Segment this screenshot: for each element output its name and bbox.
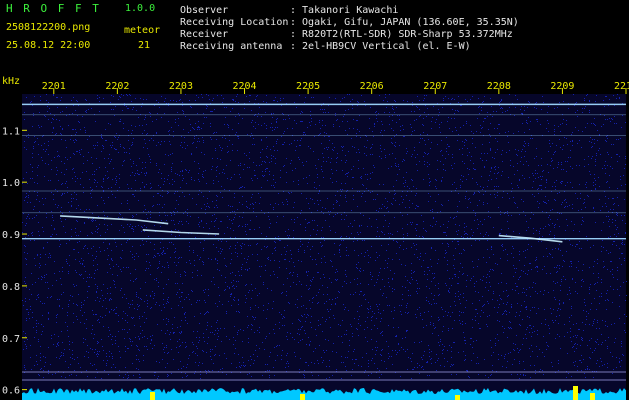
y-tick-label: 1.1 [2,126,20,137]
x-tick-label: 2210 [614,81,629,92]
x-tick-label: 2201 [42,81,66,92]
bottom-trace-peak [455,395,460,400]
file-name: 2508122200.png [6,22,91,33]
location-value: : Ogaki, Gifu, JAPAN (136.60E, 35.35N) [290,17,519,28]
location-label: Receiving Location [180,17,289,28]
app-version: 1.0.0 [125,3,156,14]
antenna-value: : 2el-HB9CV Vertical (el. E-W) [290,41,471,52]
y-tick-label: 0.8 [2,282,20,293]
bottom-trace-peak [300,394,305,400]
bottom-trace-peak [590,393,595,400]
y-tick-label: 0.7 [2,334,20,345]
y-tick-label: 0.6 [2,386,20,397]
y-axis-unit: kHz [2,76,20,87]
spectrogram-plot: 2201 2202 2203 2204 2205 2206 2207 2208 2209 2210… [0,56,629,400]
spectrogram-field [22,94,626,400]
header: H R O F F T 1.0.0 2508122200.png meteor … [0,0,629,56]
x-tick-label: 2203 [169,81,193,92]
x-tick-label: 2202 [105,81,129,92]
observer-label: Observer [180,5,229,16]
x-tick-label: 2209 [550,81,574,92]
antenna-label: Receiving antenna [180,41,283,52]
observer-value: : Takanori Kawachi [290,5,399,16]
x-tick-label: 2205 [296,81,320,92]
date-time: 25.08.12 22:00 [6,40,91,51]
bottom-trace-peak [573,386,578,400]
bottom-trace-peak [150,392,155,400]
app-title: H R O F F T [6,2,101,15]
y-tick-label: 0.9 [2,230,20,241]
y-tick-label: 1.0 [2,178,20,189]
receiver-label: Receiver [180,29,229,40]
x-tick-label: 2206 [360,81,384,92]
x-tick-label: 2207 [423,81,447,92]
x-tick-label: 2204 [232,81,256,92]
meteor-count: 21 [138,40,151,51]
meteor-label: meteor [124,25,161,36]
receiver-value: : R820T2(RTL-SDR) SDR-Sharp 53.372MHz [290,29,513,40]
x-tick-label: 2208 [487,81,511,92]
